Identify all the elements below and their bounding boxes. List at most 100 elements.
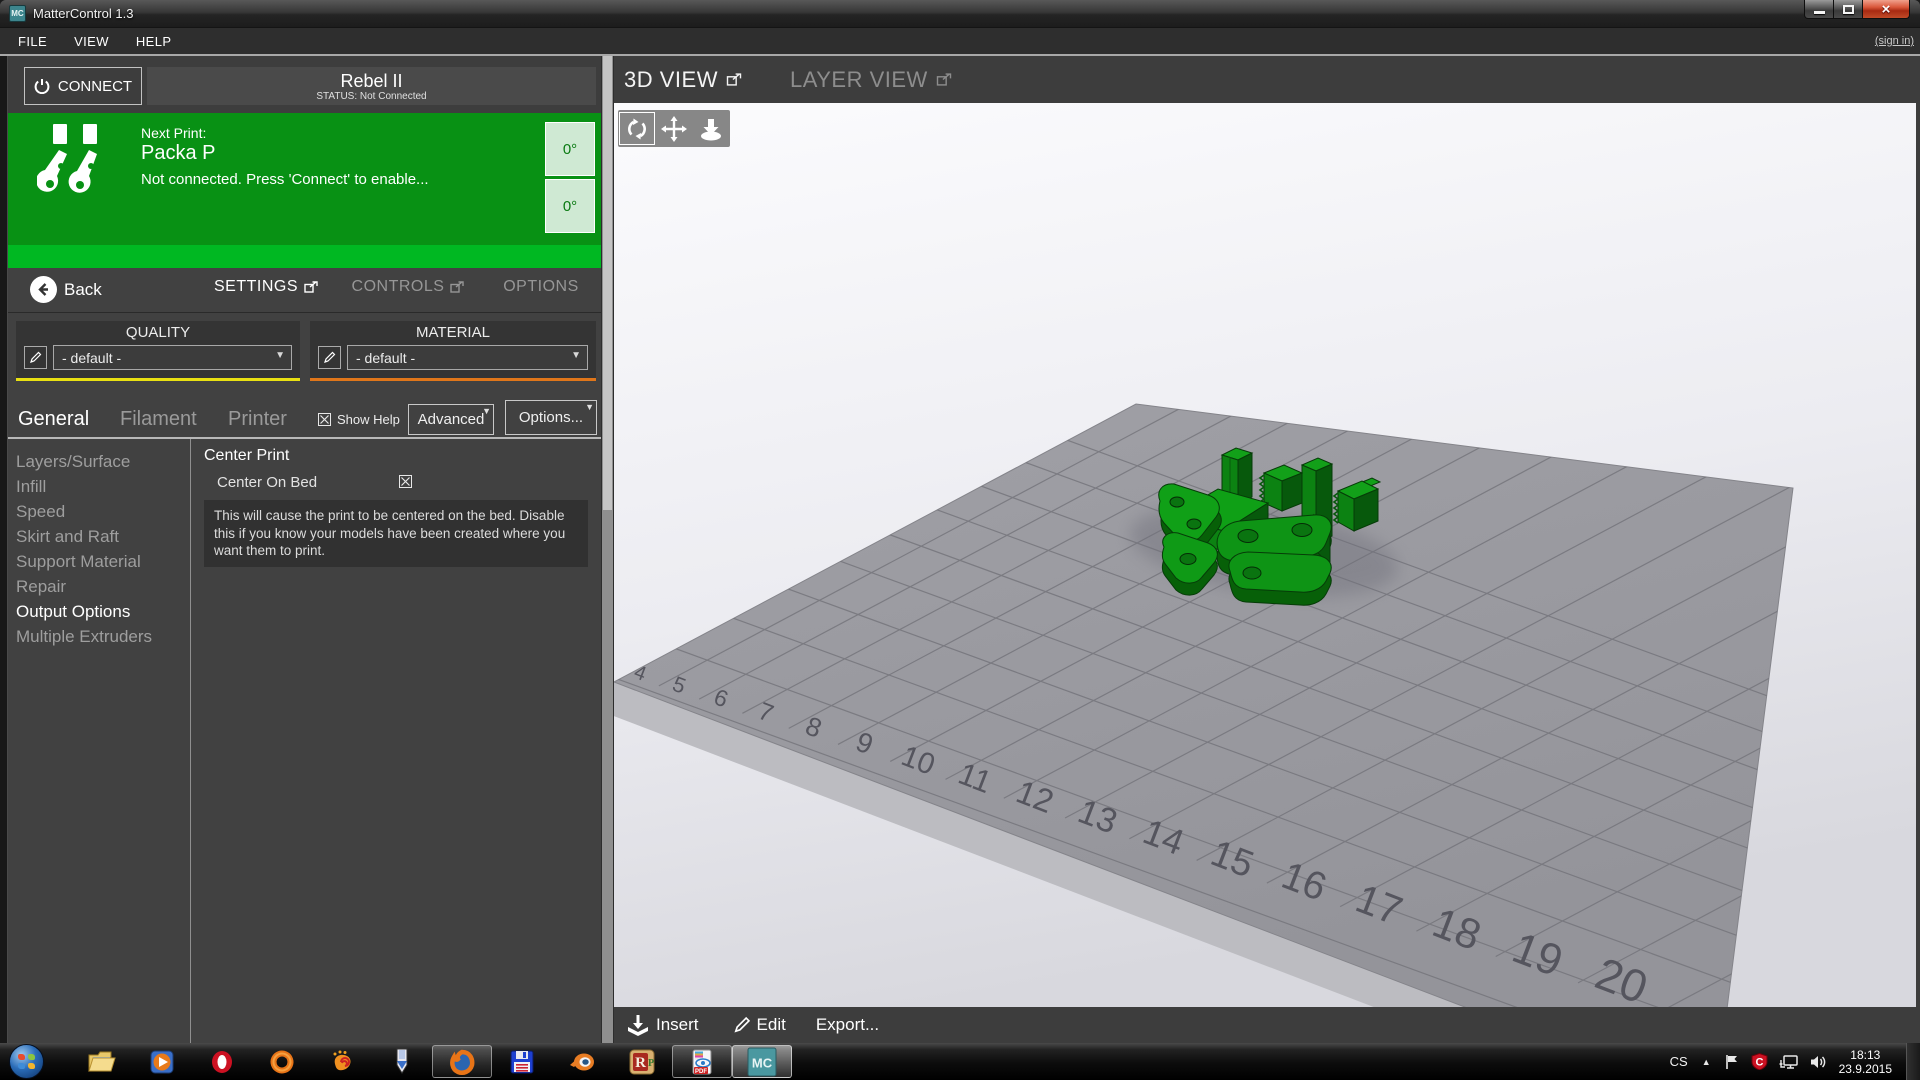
insert-button[interactable]: Insert <box>626 1013 699 1037</box>
rotate-view-tool[interactable] <box>619 112 655 145</box>
mattercontrol-window: MC MatterControl 1.3 × FILE VIEW HELP (s… <box>0 0 1920 1043</box>
taskbar-floppy-app-icon[interactable] <box>492 1045 552 1078</box>
control-panel: CONNECT Rebel II STATUS: Not Connected <box>8 56 601 1043</box>
sign-in-link[interactable]: (sign in) <box>1875 35 1914 47</box>
settings-nav-item[interactable]: Skirt and Raft <box>16 524 190 549</box>
tab-3d-view[interactable]: 3D VIEW <box>624 67 742 93</box>
quality-label: QUALITY <box>16 324 300 341</box>
taskbar-explorer-icon[interactable] <box>72 1045 132 1078</box>
section-title: Center Print <box>204 447 601 465</box>
advanced-button[interactable]: Advanced ▼ <box>408 404 494 435</box>
svg-text:PDF: PDF <box>695 1069 707 1075</box>
connect-button[interactable]: CONNECT <box>24 67 142 105</box>
printer-name: Rebel II <box>340 71 402 91</box>
tab-general[interactable]: General <box>18 408 89 431</box>
edit-button[interactable]: Edit <box>733 1015 786 1035</box>
quality-preset-box: QUALITY - default - ▼ <box>16 321 300 381</box>
hidden-icons-button[interactable]: ▲ <box>1702 1057 1711 1067</box>
tray-time: 18:13 <box>1839 1048 1892 1062</box>
taskbar-media-player-icon[interactable] <box>132 1045 192 1078</box>
maximize-button[interactable] <box>1834 0 1863 19</box>
taskbar-r-block-icon[interactable]: R P <box>612 1045 672 1078</box>
tab-options[interactable]: OPTIONS <box>486 278 596 296</box>
close-button[interactable]: × <box>1863 0 1910 19</box>
taskbar-orange-ring-icon[interactable] <box>252 1045 312 1078</box>
tab-filament[interactable]: Filament <box>120 408 197 431</box>
power-icon <box>34 78 50 94</box>
settings-nav-item[interactable]: Layers/Surface <box>16 449 190 474</box>
export-icon <box>936 73 952 86</box>
3d-scene[interactable]: 4567891011121314151617181920 <box>614 103 1920 1007</box>
taskbar-pdf-viewer-icon[interactable]: PDF <box>672 1045 732 1078</box>
drop-to-bed-tool[interactable] <box>693 112 729 145</box>
back-button[interactable]: Back <box>30 276 102 303</box>
show-desktop-button[interactable] <box>1906 1043 1920 1080</box>
tab-controls[interactable]: CONTROLS <box>338 278 478 296</box>
tab-layer-view[interactable]: LAYER VIEW <box>790 67 952 93</box>
tab-printer[interactable]: Printer <box>228 408 287 431</box>
system-tray: CS ▲ C <box>1670 1043 1920 1080</box>
menu-file[interactable]: FILE <box>18 34 47 49</box>
menu-bar: FILE VIEW HELP (sign in) <box>0 28 1920 54</box>
taskbar-opera-icon[interactable] <box>192 1045 252 1078</box>
settings-nav-item[interactable]: Multiple Extruders <box>16 624 190 649</box>
desktop: MC MatterControl 1.3 × FILE VIEW HELP (s… <box>0 0 1920 1080</box>
taskbar-blender-icon[interactable] <box>552 1045 612 1078</box>
settings-category-list: Layers/SurfaceInfillSpeedSkirt and RaftS… <box>8 439 191 1043</box>
menu-help[interactable]: HELP <box>136 34 172 49</box>
settings-nav-item[interactable]: Infill <box>16 474 190 499</box>
quality-select[interactable]: - default - ▼ <box>53 345 292 370</box>
printer-status: STATUS: Not Connected <box>316 91 426 102</box>
show-help-toggle[interactable]: Show Help <box>318 412 400 427</box>
settings-detail-pane: Center Print Center On Bed This will cau… <box>191 439 601 1043</box>
menu-view[interactable]: VIEW <box>74 34 109 49</box>
back-label: Back <box>64 280 102 300</box>
material-label: MATERIAL <box>310 324 596 341</box>
checkbox-checked-icon <box>318 413 331 426</box>
windows-logo-icon <box>18 1054 35 1069</box>
settings-nav-item[interactable]: Repair <box>16 574 190 599</box>
language-indicator[interactable]: CS <box>1670 1054 1688 1069</box>
setting-label: Center On Bed <box>217 474 317 491</box>
volume-icon[interactable] <box>1810 1054 1828 1070</box>
svg-text:MC: MC <box>752 1055 773 1070</box>
export-button[interactable]: Export... <box>816 1015 879 1035</box>
settings-nav-item[interactable]: Support Material <box>16 549 190 574</box>
printer-name-box[interactable]: Rebel II STATUS: Not Connected <box>147 67 596 105</box>
window-title: MatterControl 1.3 <box>33 6 133 21</box>
extruder-temp-button[interactable]: 0° <box>545 122 595 176</box>
taskbar-xnview-icon[interactable] <box>312 1045 372 1078</box>
options-button[interactable]: Options... ▼ <box>505 400 597 435</box>
center-on-bed-checkbox[interactable] <box>399 475 412 488</box>
taskbar-pen-tool-icon[interactable] <box>372 1045 432 1078</box>
material-select[interactable]: - default - ▼ <box>347 345 588 370</box>
settings-nav-item[interactable]: Speed <box>16 499 190 524</box>
move-icon <box>661 116 687 142</box>
network-icon[interactable] <box>1779 1054 1799 1070</box>
antivirus-shield-icon[interactable]: C <box>1751 1053 1768 1070</box>
tab-settings[interactable]: SETTINGS <box>196 278 336 296</box>
edit-quality-button[interactable] <box>24 346 47 369</box>
app-icon: MC <box>9 5 26 22</box>
back-arrow-icon <box>30 276 57 303</box>
panel-scrollbar[interactable] <box>601 56 614 1043</box>
clock[interactable]: 18:13 23.9.2015 <box>1839 1048 1892 1076</box>
title-bar[interactable]: MC MatterControl 1.3 × <box>0 0 1920 28</box>
bed-temp-button[interactable]: 0° <box>545 179 595 233</box>
next-print-panel: Next Print: Packa P Not connected. Press… <box>8 113 601 268</box>
taskbar-firefox-icon[interactable] <box>432 1045 492 1078</box>
progress-strip <box>8 245 601 268</box>
move-view-tool[interactable] <box>656 112 692 145</box>
scrollbar-thumb[interactable] <box>603 56 612 510</box>
start-button[interactable] <box>9 1044 44 1079</box>
chevron-down-icon: ▼ <box>275 350 285 361</box>
svg-text:C: C <box>1755 1057 1763 1069</box>
minimize-button[interactable] <box>1804 0 1834 19</box>
rotate-icon <box>625 117 649 141</box>
taskbar-mattercontrol-icon[interactable]: MC <box>732 1045 792 1078</box>
settings-nav-item[interactable]: Output Options <box>16 599 190 624</box>
edit-material-button[interactable] <box>318 346 341 369</box>
model-actions-bar: Insert Edit Export... <box>614 1007 1920 1043</box>
action-center-flag-icon[interactable] <box>1724 1054 1740 1070</box>
window-left-edge <box>0 56 8 1043</box>
